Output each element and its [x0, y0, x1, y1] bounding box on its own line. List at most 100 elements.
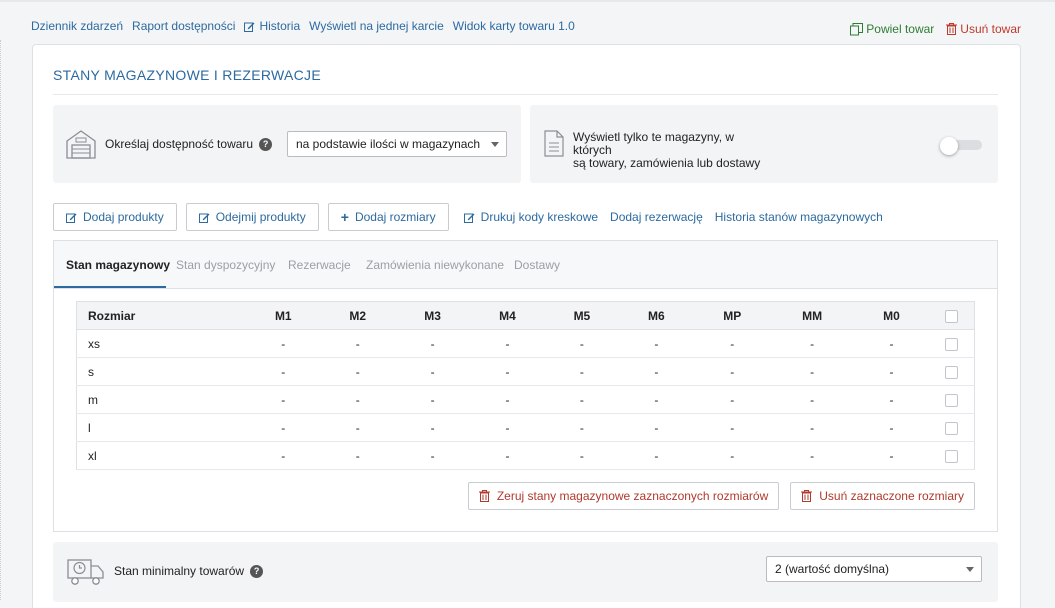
availability-select[interactable]: na podstawie ilości w magazynach — [287, 131, 507, 157]
minimum-stock-panel: Stan minimalny towarów ? 2 (wartość domy… — [53, 542, 998, 602]
stock-cell: - — [320, 441, 396, 470]
column-header: MP — [693, 301, 771, 330]
tab-reservations[interactable]: Rezerwacje — [288, 258, 351, 272]
help-icon[interactable]: ? — [259, 137, 273, 151]
warehouse-filter-panel: Wyświetl tylko te magazyny, w których są… — [530, 105, 998, 183]
select-all-checkbox[interactable] — [945, 309, 959, 323]
stock-cell: - — [470, 385, 545, 414]
stock-cell: - — [395, 413, 471, 442]
stock-table: Rozmiar M1 M2 M3 M4 M5 M6 MP MM M0 xs - — [76, 301, 975, 470]
top-right-actions: Powiel towar Usuń towar — [850, 22, 1021, 36]
column-header: M5 — [544, 301, 619, 330]
delete-product-label: Usuń towar — [960, 22, 1021, 36]
stock-card: STANY MAGAZYNOWE I REZERWACJE Określaj d… — [32, 44, 1021, 608]
stock-cell: - — [853, 329, 930, 358]
size-cell: l — [76, 413, 247, 442]
stock-cell: - — [246, 357, 321, 386]
stock-cell: - — [770, 329, 854, 358]
link-single-card[interactable]: Wyświetl na jednej karcie — [309, 19, 444, 33]
top-border — [0, 0, 1055, 2]
minimum-stock-select-value: 2 (wartość domyślna) — [775, 562, 890, 576]
stock-cell: - — [544, 357, 619, 386]
row-checkbox[interactable] — [945, 449, 959, 463]
toggle-knob — [940, 137, 958, 155]
plus-icon: + — [340, 209, 349, 225]
minimum-stock-select[interactable]: 2 (wartość domyślna) — [766, 556, 982, 582]
column-header: M4 — [470, 301, 545, 330]
edit-icon — [244, 22, 255, 32]
stock-cell: - — [246, 413, 321, 442]
availability-panel: Określaj dostępność towaru ? na podstawi… — [53, 105, 521, 183]
trash-icon — [946, 23, 958, 35]
edit-icon — [198, 213, 210, 223]
print-barcodes-link[interactable]: Drukuj kody kreskowe — [463, 210, 598, 224]
availability-select-value: na podstawie ilości w magazynach — [296, 137, 481, 151]
column-header: M6 — [618, 301, 694, 330]
column-header: M2 — [320, 301, 396, 330]
stock-cell: - — [395, 441, 471, 470]
row-checkbox[interactable] — [945, 337, 959, 351]
link-card-view[interactable]: Widok karty towaru 1.0 — [453, 19, 575, 33]
add-sizes-button[interactable]: + Dodaj rozmiary — [327, 203, 449, 231]
row-checkbox[interactable] — [945, 393, 959, 407]
add-sizes-label: Dodaj rozmiary — [354, 210, 436, 224]
link-single-card-label: Wyświetl na jednej karcie — [309, 19, 444, 33]
warehouse-filter-toggle[interactable] — [940, 137, 982, 155]
column-header: M0 — [853, 301, 930, 330]
delete-product-button[interactable]: Usuń towar — [946, 22, 1021, 36]
size-cell: s — [76, 357, 247, 386]
active-tab-indicator — [54, 286, 166, 288]
row-checkbox[interactable] — [945, 365, 959, 379]
tab-unfulfilled-orders[interactable]: Zamówienia niewykonane — [366, 258, 504, 272]
warehouse-icon — [66, 130, 96, 159]
tab-stock[interactable]: Stan magazynowy — [66, 258, 170, 272]
stock-history-label: Historia stanów magazynowych — [714, 210, 883, 224]
table-row: xs - - - - - - - - - — [76, 329, 975, 358]
stock-cell: - — [693, 385, 771, 414]
stock-cell: - — [544, 441, 619, 470]
truck-clock-icon — [67, 559, 104, 585]
stock-cell: - — [618, 441, 694, 470]
subtract-products-button[interactable]: Odejmij produkty — [185, 203, 319, 231]
stock-cell: - — [470, 329, 545, 358]
tab-available-stock[interactable]: Stan dyspozycyjny — [176, 258, 275, 272]
stock-cell: - — [470, 441, 545, 470]
edit-icon — [66, 213, 77, 223]
stock-history-link[interactable]: Historia stanów magazynowych — [715, 210, 883, 224]
stock-cell: - — [618, 413, 694, 442]
warehouse-filter-line1: Wyświetl tylko te magazyny, w których — [573, 130, 735, 157]
delete-sizes-button[interactable]: Usuń zaznaczone rozmiary — [790, 482, 975, 510]
availability-label-text: Określaj dostępność towaru — [105, 137, 254, 151]
column-header: M3 — [395, 301, 471, 330]
link-event-log[interactable]: Dziennik zdarzeń — [31, 19, 123, 33]
row-select-cell — [929, 329, 975, 358]
size-cell: xs — [76, 329, 247, 358]
row-select-cell — [929, 385, 975, 414]
table-row: xl - - - - - - - - - — [76, 441, 975, 470]
link-card-view-label: Widok karty towaru 1.0 — [452, 19, 575, 33]
add-reservation-label: Dodaj rezerwację — [610, 210, 703, 224]
trash-icon — [801, 490, 813, 502]
stock-cell: - — [246, 385, 321, 414]
stock-cell: - — [470, 357, 545, 386]
add-reservation-link[interactable]: Dodaj rezerwację — [610, 210, 703, 224]
add-products-button[interactable]: Dodaj produkty — [53, 203, 177, 231]
table-row: l - - - - - - - - - — [76, 413, 975, 442]
help-icon[interactable]: ? — [250, 564, 264, 578]
tab-deliveries[interactable]: Dostawy — [514, 258, 560, 272]
size-cell: xl — [76, 441, 247, 470]
add-products-label: Dodaj produkty — [83, 210, 164, 224]
stock-cell: - — [770, 413, 854, 442]
minimum-stock-label-text: Stan minimalny towarów — [114, 564, 245, 578]
stock-cell: - — [853, 357, 930, 386]
row-select-cell — [929, 413, 975, 442]
reset-stock-button[interactable]: Zeruj stany magazynowe zaznaczonych rozm… — [467, 482, 780, 510]
stock-cell: - — [693, 441, 771, 470]
duplicate-product-button[interactable]: Powiel towar — [850, 22, 934, 36]
copy-icon — [850, 22, 864, 35]
row-checkbox[interactable] — [945, 421, 959, 435]
warehouse-filter-text: Wyświetl tylko te magazyny, w których są… — [573, 131, 773, 170]
link-availability-report[interactable]: Raport dostępności — [132, 19, 235, 33]
link-history[interactable]: Historia — [244, 19, 300, 33]
stock-cell: - — [693, 357, 771, 386]
